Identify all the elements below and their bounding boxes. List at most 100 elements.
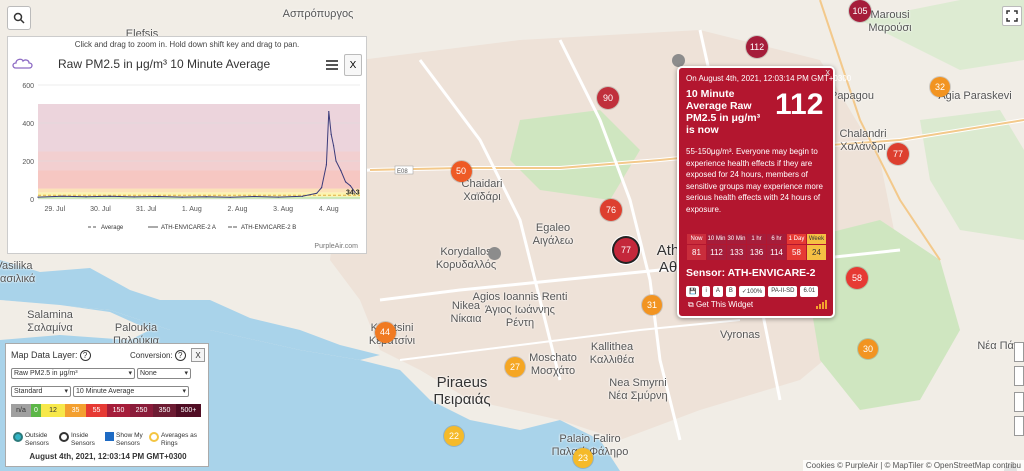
x-tick-label: 4. Aug [319, 206, 339, 213]
sensor-marker[interactable]: 77 [887, 143, 909, 165]
period-label: 6 hr [766, 233, 787, 245]
purpleair-brand[interactable]: PurpleAir.com [314, 243, 358, 250]
sensor-marker[interactable]: 27 [505, 357, 525, 377]
map-attribution[interactable]: Cookies © PurpleAir | © MapTiler © OpenS… [802, 460, 1024, 471]
averages-rings-toggle[interactable]: Averages as Rings [149, 432, 207, 448]
popup-action-icon[interactable]: 6.01 [800, 286, 819, 297]
data-point [332, 145, 335, 147]
search-button[interactable] [7, 6, 31, 30]
data-point [325, 164, 327, 166]
zoom-out-edge[interactable] [1014, 416, 1024, 436]
popup-action-icon[interactable]: PA-II-SD [768, 286, 798, 297]
fullscreen-icon [1006, 10, 1018, 22]
period-value: 112 [706, 244, 727, 261]
average-select[interactable]: 10 Minute Average [73, 386, 189, 397]
data-point [349, 185, 351, 187]
help-icon[interactable]: ? [174, 350, 186, 361]
conversion-select[interactable]: None [137, 368, 191, 379]
sensor-marker[interactable]: 58 [846, 267, 868, 289]
period-label: Now [686, 233, 707, 245]
chart-title: Raw PM2.5 in μg/m³ 10 Minute Average [58, 57, 271, 71]
layer-panel-date: August 4th, 2021, 12:03:14 PM GMT+0300 [29, 452, 187, 461]
popup-period-table: Now 10 Min 30 Min 1 hr 6 hr 1 Day Week 81 112 13… [686, 233, 827, 261]
map-place-label: Ath Αθ [656, 242, 680, 276]
map-place-label: Papagou [829, 90, 875, 102]
x-tick-label: 31. Jul [136, 206, 157, 213]
show-my-sensors-toggle[interactable]: Show My Sensors [105, 432, 146, 448]
layer-panel-close-button[interactable]: X [191, 348, 205, 362]
zoom-control-edge[interactable] [1014, 342, 1024, 362]
pm25-chart[interactable]: 0 200 400 600 29. Jul 30. Jul 31. Jul 1. Aug 2. … [8, 81, 368, 251]
chart-close-button[interactable]: X [344, 54, 362, 76]
signal-strength-icon [816, 300, 827, 309]
period-value: 81 [686, 244, 707, 261]
map-place-label: Salamina Σαλαμίνα [27, 309, 73, 334]
popup-action-icon[interactable]: A [712, 286, 723, 297]
sensor-marker[interactable]: 30 [858, 339, 878, 359]
legend-label: ATH-ENVICARE-2 B [241, 225, 296, 231]
get-widget-label: Get This Widget [695, 300, 754, 309]
map-layer-panel: Map Data Layer:? Conversion:? X Raw PM2.… [5, 343, 209, 467]
map-place-label: Egaleo Αιγάλεω [532, 222, 574, 247]
popup-date: On August 4th, 2021, 12:03:14 PM GMT+030… [686, 74, 852, 83]
popup-sensor-name: Sensor: ATH-ENVICARE-2 [686, 267, 816, 279]
search-icon [13, 12, 25, 24]
widget-icon: ⧉ [688, 300, 696, 309]
checkbox-icon [105, 432, 114, 441]
chart-menu-icon[interactable] [326, 60, 338, 70]
popup-action-icon[interactable]: B [725, 286, 736, 297]
sensor-marker[interactable]: 44 [374, 321, 396, 343]
sensor-marker[interactable]: 50 [450, 160, 472, 182]
chart-band [38, 170, 360, 189]
sensor-marker[interactable]: 112 [746, 36, 768, 58]
popup-action-icon[interactable]: i [702, 286, 710, 297]
data-point [133, 196, 135, 198]
period-label: 1 hr [746, 233, 767, 245]
popup-action-icon[interactable]: ✓100% [738, 286, 766, 297]
data-point [301, 195, 303, 197]
layer-title-text: Map Data Layer: [11, 350, 78, 360]
scale-select[interactable]: Standard [11, 386, 71, 397]
layer-select[interactable]: Raw PM2.5 in μg/m³ [11, 368, 135, 379]
chart-band [38, 104, 360, 152]
y-tick-label: 600 [22, 83, 34, 90]
map-place-label: Ασπρόπυργος [282, 8, 354, 20]
inside-sensors-toggle[interactable]: Inside Sensors [59, 432, 101, 448]
period-value: 114 [766, 244, 787, 261]
sensor-marker[interactable]: 105 [849, 0, 871, 22]
get-widget-link[interactable]: ⧉ Get This Widget [688, 300, 753, 310]
legend-label: Average [101, 225, 124, 231]
sensor-marker[interactable]: 22 [444, 426, 464, 446]
data-point [328, 111, 330, 113]
legend-swatch: 12 [41, 404, 65, 417]
popup-action-icon[interactable]: 💾 [686, 286, 700, 297]
data-point [335, 160, 337, 162]
sensor-marker[interactable]: 90 [597, 87, 619, 109]
conversion-text: Conversion: [130, 351, 173, 360]
data-point [181, 196, 183, 198]
data-point [277, 196, 279, 198]
location-control-edge[interactable] [1014, 366, 1024, 386]
offline-sensor-marker[interactable] [488, 247, 501, 260]
period-value: 24 [806, 244, 827, 261]
outside-sensors-toggle[interactable]: Outside Sensors [13, 432, 59, 448]
period-label: 10 Min [706, 233, 727, 245]
fullscreen-button[interactable] [1002, 6, 1022, 26]
layer-panel-title: Map Data Layer:? [11, 350, 91, 361]
sensor-marker[interactable]: 32 [930, 77, 950, 97]
option-label: Inside Sensors [71, 432, 95, 447]
sensor-marker[interactable]: 23 [573, 448, 593, 468]
sensor-marker[interactable]: 31 [642, 295, 662, 315]
zoom-in-edge[interactable] [1014, 392, 1024, 412]
sensor-popup: x On August 4th, 2021, 12:03:14 PM GMT+0… [677, 66, 851, 318]
legend-swatch: 0 [31, 404, 41, 417]
legend-swatch: 150 [107, 404, 130, 417]
map-place-label: Kallithea Καλλιθέα [589, 341, 635, 366]
x-tick-label: 3. Aug [273, 206, 293, 213]
sensor-marker[interactable]: 77 [614, 238, 638, 262]
map-place-label: Piraeus Πειραιάς [433, 374, 491, 408]
legend-swatch: 55 [86, 404, 107, 417]
sensor-marker[interactable]: 76 [600, 199, 622, 221]
help-icon[interactable]: ? [79, 350, 91, 361]
data-point [109, 195, 111, 197]
